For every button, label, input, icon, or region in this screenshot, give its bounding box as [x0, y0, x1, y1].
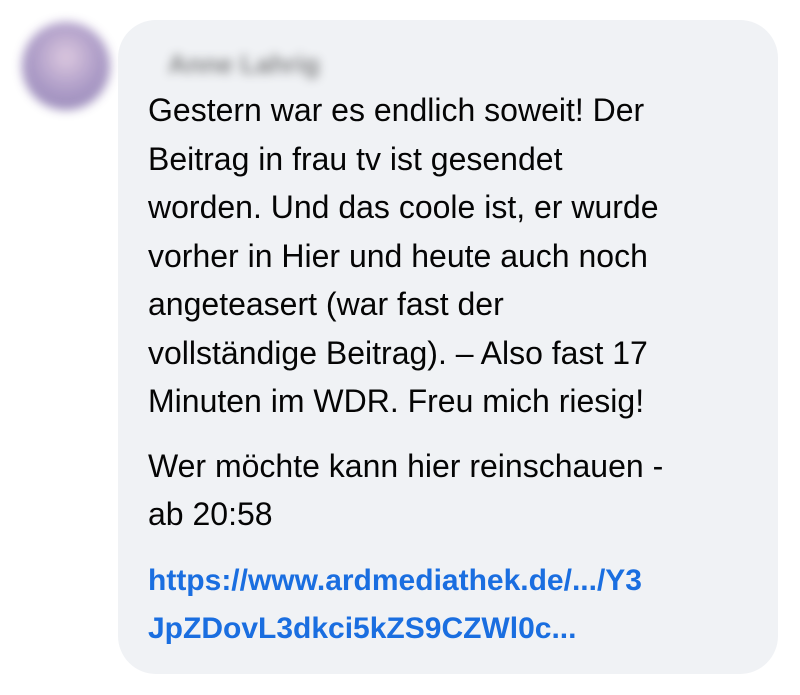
comment-author-name[interactable]: Anne Lahrig — [168, 46, 748, 82]
avatar[interactable] — [22, 22, 110, 110]
comment-paragraph-1: Gestern war es endlich soweit! Der Beitr… — [148, 92, 659, 419]
comment-link[interactable]: https://www.ardmediathek.de/.../Y3 JpZDo… — [148, 557, 748, 653]
comment-bubble: Anne Lahrig Gestern war es endlich sowei… — [118, 20, 778, 674]
comment-thread: Anne Lahrig Gestern war es endlich sowei… — [0, 0, 800, 695]
comment-paragraph-2: Wer möchte kann hier reinschauen - ab 20… — [148, 447, 664, 533]
